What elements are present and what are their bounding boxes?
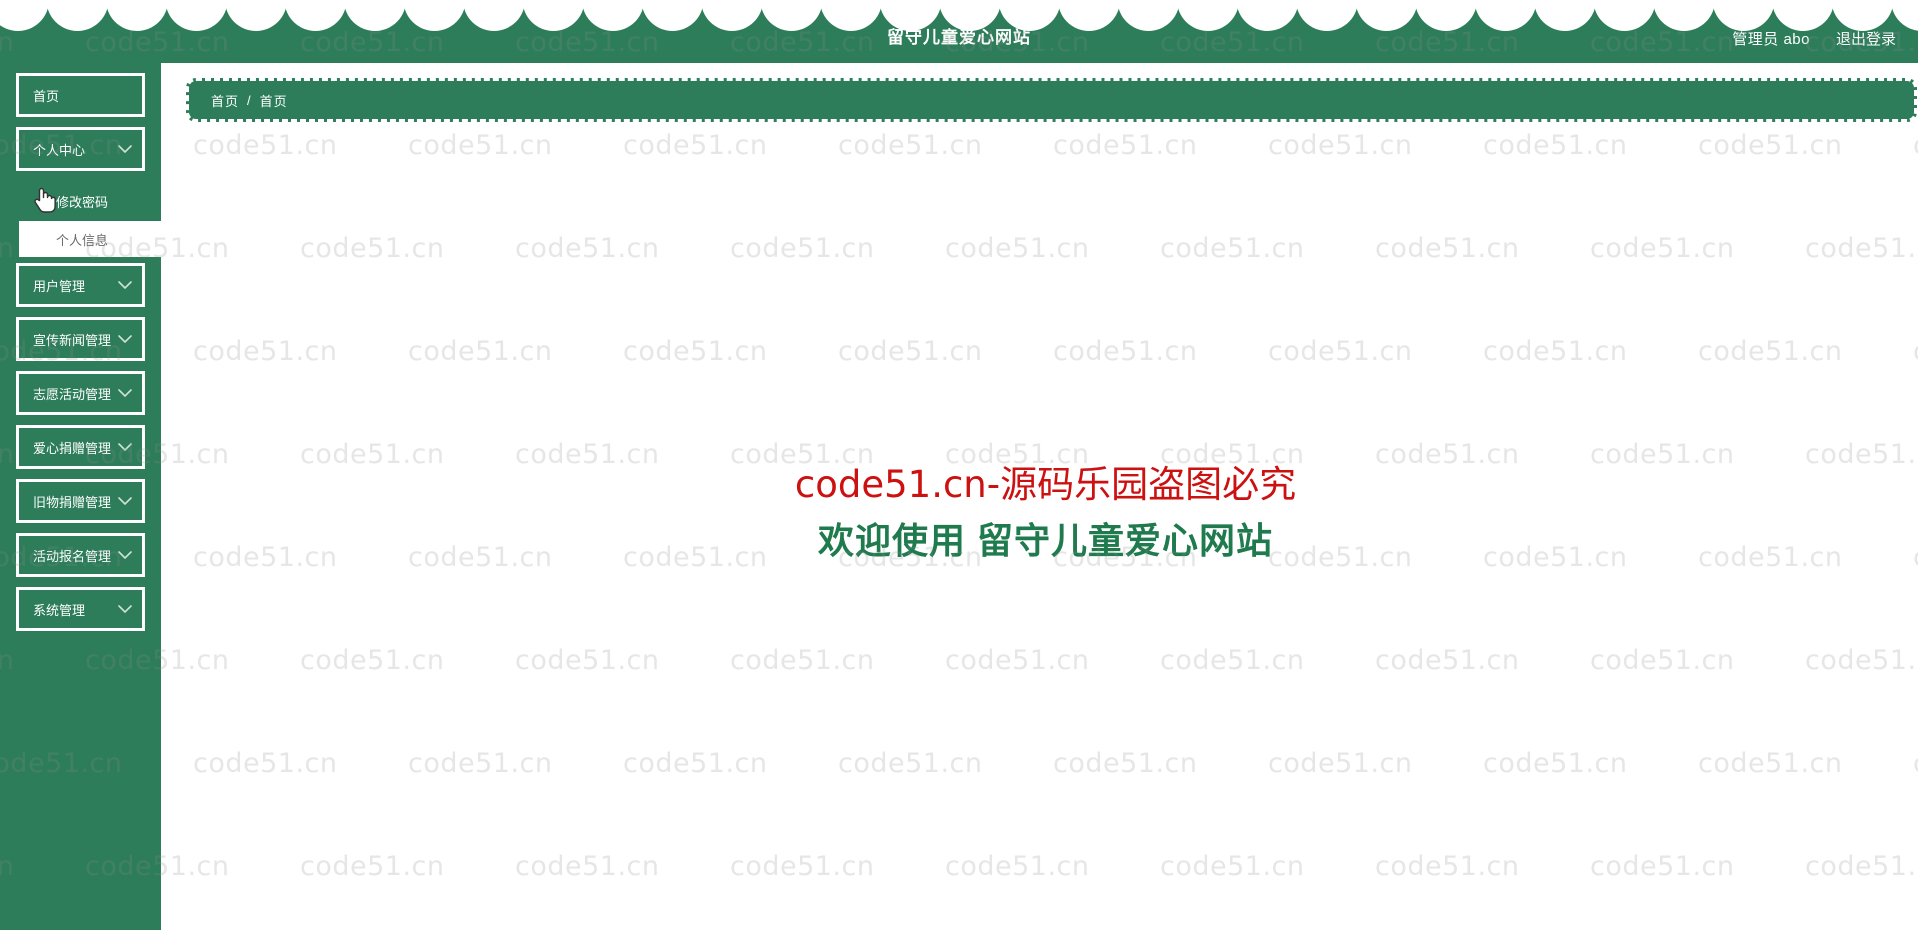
- chevron-down-icon: [114, 436, 136, 458]
- sidebar-subitem-personal-info[interactable]: 个人信息: [19, 221, 161, 257]
- sidebar-subitem-label: 个人信息: [56, 232, 109, 248]
- sidebar-item-personal-center[interactable]: 个人中心: [16, 127, 145, 171]
- welcome-message: 欢迎使用 留守儿童爱心网站: [817, 520, 1273, 561]
- breadcrumb-item-current: 首页: [259, 93, 288, 109]
- chevron-down-icon: [114, 490, 136, 512]
- breadcrumb-item-home[interactable]: 首页: [211, 91, 239, 110]
- sidebar-item-activity-signup-management[interactable]: 活动报名管理: [16, 533, 145, 577]
- chevron-down-icon: [114, 544, 136, 566]
- sidebar-item-home[interactable]: 首页: [16, 73, 145, 117]
- sidebar-item-label: 旧物捐赠管理: [33, 494, 112, 510]
- chevron-down-icon: [114, 138, 136, 160]
- sidebar-item-system-management[interactable]: 系统管理: [16, 587, 145, 631]
- page-title: 留守儿童爱心网站: [887, 28, 1031, 47]
- sidebar-submenu-personal-center: 修改密码 个人信息: [0, 181, 161, 257]
- sidebar-item-volunteer-activity-management[interactable]: 志愿活动管理: [16, 371, 145, 415]
- sidebar-item-love-donation-management[interactable]: 爱心捐赠管理: [16, 425, 145, 469]
- sidebar-item-old-goods-donation-management[interactable]: 旧物捐赠管理: [16, 479, 145, 523]
- chevron-down-icon: [114, 382, 136, 404]
- sidebar-item-label: 爱心捐赠管理: [33, 440, 112, 456]
- chevron-down-icon: [114, 328, 136, 350]
- sidebar-item-label: 用户管理: [33, 278, 86, 294]
- content-area: 首页 / 首页 code51.cn-源码乐园盗图必究 欢迎使用 留守儿童爱心网站: [161, 63, 1918, 930]
- sidebar-item-label: 首页: [33, 88, 60, 104]
- app-root: 留守儿童爱心网站 管理员 abo 退出登录 首页 个人中心 修改密码 个人信息 …: [0, 0, 1918, 930]
- sidebar-item-label: 活动报名管理: [33, 548, 112, 564]
- sidebar-subitem-change-password[interactable]: 修改密码: [0, 181, 161, 221]
- logout-button[interactable]: 退出登录: [1836, 28, 1896, 49]
- content-inner: 首页 / 首页 code51.cn-源码乐园盗图必究 欢迎使用 留守儿童爱心网站: [173, 63, 1918, 930]
- sidebar-item-label: 宣传新闻管理: [33, 332, 112, 348]
- header-actions: 管理员 abo 退出登录: [1732, 0, 1896, 63]
- welcome-block: code51.cn-源码乐园盗图必究 欢迎使用 留守儿童爱心网站: [173, 458, 1918, 570]
- breadcrumb-separator: /: [247, 92, 252, 108]
- sidebar-item-label: 志愿活动管理: [33, 386, 112, 402]
- sidebar-item-user-management[interactable]: 用户管理: [16, 263, 145, 307]
- app-header: 留守儿童爱心网站 管理员 abo 退出登录: [0, 0, 1918, 63]
- sidebar-item-label: 系统管理: [33, 602, 86, 618]
- chevron-down-icon: [114, 274, 136, 296]
- current-user-label: 管理员 abo: [1732, 31, 1810, 48]
- sidebar: 首页 个人中心 修改密码 个人信息 用户管理 宣传新闻管理 志愿活动管理 爱心捐…: [0, 63, 161, 930]
- sidebar-item-news-management[interactable]: 宣传新闻管理: [16, 317, 145, 361]
- copyright-notice: code51.cn-源码乐园盗图必究: [794, 463, 1297, 506]
- sidebar-item-label: 个人中心: [33, 142, 86, 158]
- sidebar-subitem-label: 修改密码: [56, 194, 109, 210]
- chevron-down-icon: [114, 598, 136, 620]
- breadcrumb: 首页 / 首页: [186, 78, 1917, 122]
